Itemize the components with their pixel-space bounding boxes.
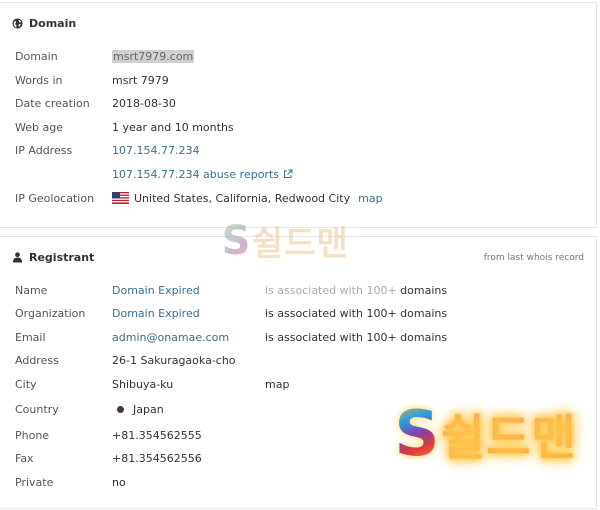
row-email: Email admin@onamae.com is associated wit… bbox=[15, 329, 447, 345]
organization-link[interactable]: Domain Expired bbox=[112, 307, 200, 320]
geolocation-map-link[interactable]: map bbox=[358, 192, 382, 205]
registrant-panel: Registrant from last whois record Name D… bbox=[0, 236, 597, 509]
domain-panel-header: Domain bbox=[12, 17, 76, 30]
country-value: Japan bbox=[133, 402, 164, 416]
row-domain: Domain msrt7979.com bbox=[15, 48, 195, 64]
name-assoc-suffix: domains bbox=[400, 283, 448, 297]
private-label: Private bbox=[15, 475, 54, 489]
web-age-value: 1 year and 10 months bbox=[112, 120, 234, 134]
row-words-in: Words in msrt 7979 bbox=[15, 72, 169, 88]
email-association: is associated with 100+ domains bbox=[265, 330, 448, 344]
us-flag-icon bbox=[112, 192, 129, 204]
row-organization: Organization Domain Expired is associate… bbox=[15, 305, 447, 321]
abuse-reports-link[interactable]: 107.154.77.234 abuse reports bbox=[112, 168, 293, 181]
email-link[interactable]: admin@onamae.com bbox=[112, 331, 229, 344]
name-link[interactable]: Domain Expired bbox=[112, 284, 200, 297]
domain-panel: Domain Domain msrt7979.com Words in msrt… bbox=[0, 2, 597, 228]
address-label: Address bbox=[15, 353, 59, 367]
row-ip-address: IP Address 107.154.77.234 bbox=[15, 142, 199, 158]
words-in-value: msrt 7979 bbox=[112, 73, 169, 87]
city-map-link[interactable]: map bbox=[265, 378, 289, 391]
name-label: Name bbox=[15, 283, 48, 297]
words-in-label: Words in bbox=[15, 73, 63, 87]
fax-value: +81.354562556 bbox=[112, 451, 202, 465]
external-link-icon[interactable] bbox=[283, 169, 293, 179]
registrant-panel-title: Registrant bbox=[29, 251, 95, 264]
address-value: 26-1 Sakuragaoka-cho bbox=[112, 353, 236, 367]
domain-label: Domain bbox=[15, 49, 58, 63]
row-private: Private no bbox=[15, 474, 126, 490]
row-phone: Phone +81.354562555 bbox=[15, 427, 202, 443]
row-fax: Fax +81.354562556 bbox=[15, 450, 202, 466]
date-creation-label: Date creation bbox=[15, 96, 90, 110]
ip-address-label: IP Address bbox=[15, 143, 73, 157]
row-ip-abuse: 107.154.77.234 abuse reports bbox=[15, 166, 293, 182]
date-creation-value: 2018-08-30 bbox=[112, 96, 176, 110]
row-date-creation: Date creation 2018-08-30 bbox=[15, 95, 176, 111]
row-name: Name Domain Expired is associated with 1… bbox=[15, 282, 447, 298]
globe-icon bbox=[12, 18, 23, 29]
user-icon bbox=[12, 252, 23, 263]
web-age-label: Web age bbox=[15, 120, 63, 134]
ip-geolocation-label: IP Geolocation bbox=[15, 191, 95, 205]
email-label: Email bbox=[15, 330, 46, 344]
phone-value: +81.354562555 bbox=[112, 428, 202, 442]
whois-record-note: from last whois record bbox=[483, 253, 584, 263]
organization-label: Organization bbox=[15, 306, 86, 320]
name-association: is associated with 100+ domains bbox=[265, 284, 447, 297]
jp-flag-icon bbox=[117, 405, 124, 413]
domain-panel-title: Domain bbox=[29, 17, 77, 30]
fax-label: Fax bbox=[15, 451, 34, 465]
private-value: no bbox=[112, 475, 126, 489]
country-label: Country bbox=[15, 402, 59, 416]
name-assoc-prefix: is associated with 100+ bbox=[265, 283, 397, 297]
organization-association: is associated with 100+ domains bbox=[265, 306, 448, 320]
ip-geolocation-value: United States, California, Redwood City bbox=[134, 191, 351, 205]
abuse-reports-text[interactable]: 107.154.77.234 abuse reports bbox=[112, 168, 279, 181]
city-value: Shibuya-ku bbox=[112, 377, 174, 391]
row-city: City Shibuya-ku map bbox=[15, 376, 289, 392]
row-ip-geolocation: IP Geolocation United States, California… bbox=[15, 190, 383, 206]
ip-address-link[interactable]: 107.154.77.234 bbox=[112, 144, 199, 157]
phone-label: Phone bbox=[15, 428, 50, 442]
row-country: Country Japan bbox=[15, 401, 164, 417]
row-address: Address 26-1 Sakuragaoka-cho bbox=[15, 352, 236, 368]
row-web-age: Web age 1 year and 10 months bbox=[15, 119, 234, 135]
domain-value[interactable]: msrt7979.com bbox=[112, 49, 195, 63]
registrant-panel-header: Registrant bbox=[12, 251, 94, 264]
city-label: City bbox=[15, 377, 37, 391]
